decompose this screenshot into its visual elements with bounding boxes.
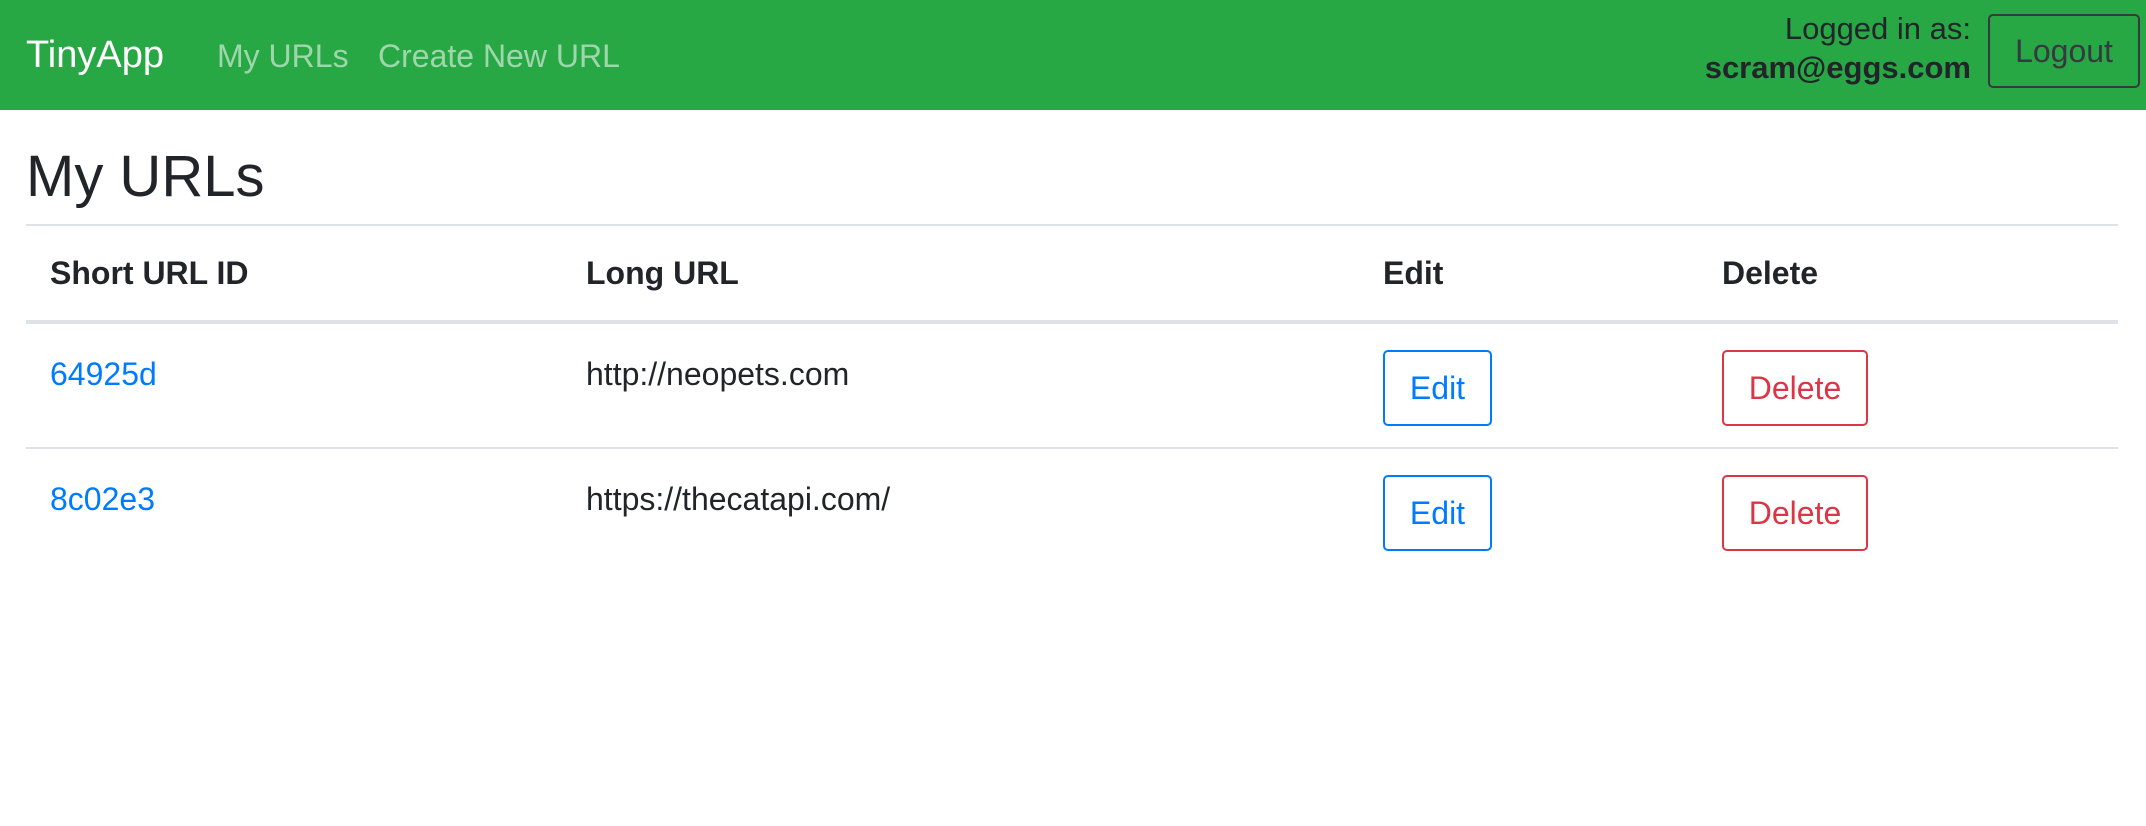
column-header-delete: Delete [1698, 226, 2118, 324]
brand-logo-link[interactable]: TinyApp [26, 33, 164, 77]
delete-button[interactable]: Delete [1722, 475, 1868, 551]
nav-link-create-new-url[interactable]: Create New URL [378, 36, 620, 76]
nav-link-my-urls[interactable]: My URLs [217, 36, 349, 76]
short-url-link[interactable]: 64925d [50, 324, 562, 394]
edit-button[interactable]: Edit [1383, 475, 1492, 551]
edit-cell: Edit [1359, 322, 1698, 449]
logged-in-label: Logged in as: [1784, 11, 1971, 46]
urls-table: Short URL ID Long URL Edit Delete 64925d… [26, 226, 2118, 574]
delete-button[interactable]: Delete [1722, 350, 1868, 426]
column-header-edit: Edit [1359, 226, 1698, 324]
short-url-link[interactable]: 8c02e3 [50, 449, 562, 519]
long-url-text: https://thecatapi.com/ [586, 481, 891, 517]
short-url-cell: 8c02e3 [26, 448, 562, 574]
long-url-text: http://neopets.com [586, 356, 850, 392]
edit-button[interactable]: Edit [1383, 350, 1492, 426]
table-row: 8c02e3 https://thecatapi.com/ Edit Delet… [26, 448, 2118, 574]
login-status: Logged in as: scram@eggs.com [1705, 10, 1971, 88]
edit-cell: Edit [1359, 448, 1698, 574]
user-email: scram@eggs.com [1704, 50, 1971, 85]
logout-button[interactable]: Logout [1988, 14, 2140, 88]
long-url-cell: https://thecatapi.com/ [562, 448, 1359, 574]
table-header-row: Short URL ID Long URL Edit Delete [26, 226, 2118, 324]
page-title: My URLs [26, 144, 265, 209]
table-row: 64925d http://neopets.com Edit Delete [26, 322, 2118, 449]
column-header-short-url-id: Short URL ID [26, 226, 562, 324]
delete-cell: Delete [1698, 448, 2118, 574]
top-navbar: TinyApp My URLs Create New URL Logged in… [0, 0, 2146, 110]
short-url-cell: 64925d [26, 322, 562, 449]
column-header-long-url: Long URL [562, 226, 1359, 324]
delete-cell: Delete [1698, 322, 2118, 449]
long-url-cell: http://neopets.com [562, 322, 1359, 449]
